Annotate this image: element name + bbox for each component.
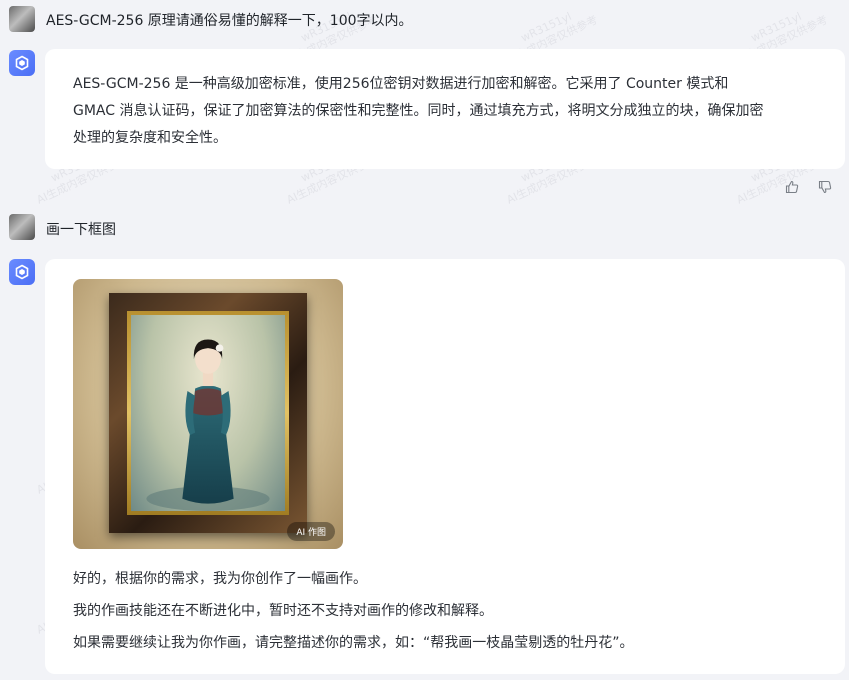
thumbs-up-icon[interactable] [784,179,800,195]
user-avatar [9,6,35,32]
bot-logo-icon [9,50,35,76]
answer-line: 好的，根据你的需求，我为你创作了一幅画作。 [73,571,367,587]
answer-line: AES-GCM-256 是一种高级加密标准，使用256位密钥对数据进行加密和解密… [73,76,729,92]
answer-line: 处理的复杂度和安全性。 [73,130,227,146]
user-message-text: AES-GCM-256 原理请通俗易懂的解释一下，100字以内。 [46,13,413,29]
answer-line: 如果需要继续让我为你作画，请完整描述你的需求，如：“帮我画一枝晶莹剔透的牡丹花”… [73,635,634,651]
generated-image[interactable]: AI 作图 [73,279,343,549]
user-message-text: 画一下框图 [46,222,116,238]
answer-line: 我的作画技能还在不断进化中，暂时还不支持对画作的修改和解释。 [73,603,493,619]
assistant-answer-card: AES-GCM-256 是一种高级加密标准，使用256位密钥对数据进行加密和解密… [45,49,845,169]
thumbs-down-icon[interactable] [817,179,833,195]
portrait-painting [131,315,285,511]
assistant-answer-text: AES-GCM-256 是一种高级加密标准，使用256位密钥对数据进行加密和解密… [73,71,823,152]
answer-line: GMAC 消息认证码，保证了加密算法的保密性和完整性。同时，通过填充方式，将明文… [73,103,764,119]
ai-image-badge: AI 作图 [287,522,335,541]
assistant-answer-card: AI 作图 好的，根据你的需求，我为你创作了一幅画作。 我的作画技能还在不断进化… [45,259,845,674]
bot-logo-icon [9,259,35,285]
picture-frame [109,293,307,533]
user-avatar [9,214,35,240]
